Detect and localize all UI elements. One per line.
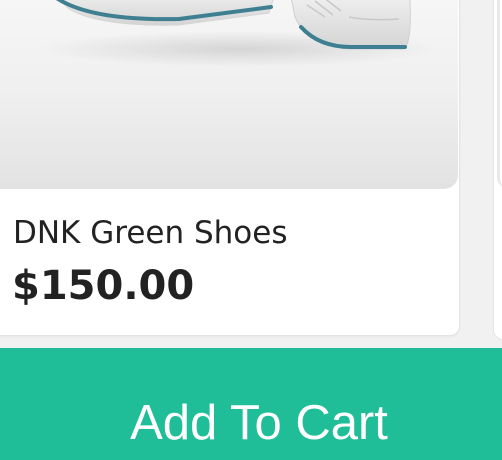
next-product-image-edge: [497, 0, 502, 187]
product-card[interactable]: DNK Green Shoes $150.00: [0, 0, 460, 336]
product-image[interactable]: [0, 0, 458, 189]
sneaker-image: [39, 0, 439, 67]
product-name: DNK Green Shoes: [13, 215, 288, 251]
product-price: $150.00: [12, 263, 195, 309]
screen: DNK Green Shoes $150.00 Add To Cart: [0, 0, 502, 460]
next-product-card[interactable]: [493, 0, 502, 340]
add-to-cart-button[interactable]: Add To Cart: [0, 348, 502, 460]
add-to-cart-label: Add To Cart: [130, 396, 388, 450]
